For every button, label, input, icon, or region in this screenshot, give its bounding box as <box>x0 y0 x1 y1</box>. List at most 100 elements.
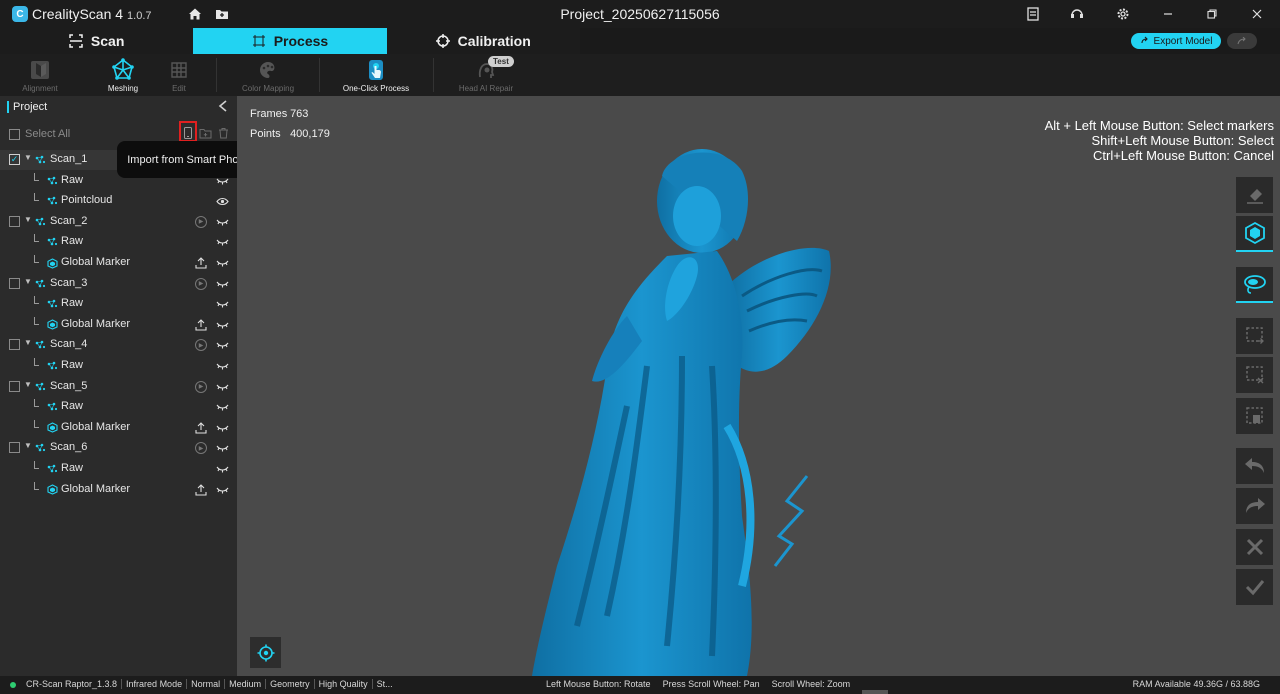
trash-icon[interactable] <box>216 126 230 140</box>
child-row[interactable]: Global Marker <box>0 253 237 273</box>
scan-checkbox[interactable]: ✓ <box>9 154 20 165</box>
marker-icon <box>46 257 58 269</box>
rect-select-tool[interactable] <box>1236 318 1273 354</box>
play-icon[interactable]: ▶ <box>195 380 207 393</box>
tree-elbow <box>34 461 39 469</box>
child-row[interactable]: Raw <box>0 232 237 252</box>
scan-row[interactable]: ▼ Scan_5 ▶ <box>0 377 237 397</box>
tab-scan[interactable]: Scan <box>0 28 193 54</box>
settings-icon[interactable] <box>1113 4 1133 24</box>
app-name-text: CrealityScan 4 <box>32 6 124 22</box>
scan-checkbox[interactable] <box>9 442 20 454</box>
eye-closed-icon[interactable] <box>215 236 229 248</box>
eye-closed-icon[interactable] <box>215 298 229 310</box>
palette-icon <box>256 58 280 82</box>
scan-row[interactable]: ▼ Scan_6 ▶ <box>0 438 237 458</box>
caret-down-icon[interactable]: ▼ <box>24 215 32 224</box>
mouse-rotate-hint: Left Mouse Button: Rotate <box>546 679 651 689</box>
cancel-button[interactable] <box>1236 529 1273 565</box>
eye-closed-icon[interactable] <box>215 278 229 290</box>
eye-closed-icon[interactable] <box>215 463 229 475</box>
upload-icon[interactable] <box>195 257 207 269</box>
scan-checkbox[interactable] <box>9 380 20 392</box>
eye-open-icon[interactable] <box>215 195 229 207</box>
restore-icon[interactable] <box>1202 4 1222 24</box>
notes-icon[interactable] <box>1023 4 1043 24</box>
select-all-checkbox[interactable] <box>9 128 20 140</box>
upload-icon[interactable] <box>195 483 207 496</box>
upload-icon[interactable] <box>195 319 207 331</box>
eye-closed-icon[interactable] <box>215 257 229 269</box>
cube-view-tool[interactable] <box>1236 216 1273 252</box>
export-model-button[interactable]: Export Model <box>1131 33 1221 49</box>
caret-down-icon[interactable]: ▼ <box>24 441 32 450</box>
play-icon[interactable]: ▶ <box>195 215 207 228</box>
eye-closed-icon[interactable] <box>215 401 229 413</box>
eye-closed-icon[interactable] <box>215 442 229 454</box>
eye-closed-icon[interactable] <box>215 381 229 393</box>
meshing-tool[interactable]: Meshing <box>102 54 144 96</box>
caret-down-icon[interactable]: ▼ <box>24 338 32 347</box>
eye-closed-icon[interactable] <box>215 360 229 372</box>
collapse-icon[interactable] <box>218 100 228 115</box>
scan-row[interactable]: ▼ Scan_3 ▶ <box>0 274 237 294</box>
scan-row[interactable]: ▼ Scan_4 ▶ <box>0 335 237 355</box>
scan-checkbox[interactable] <box>9 339 20 351</box>
play-icon[interactable]: ▶ <box>195 277 207 290</box>
eye-closed-icon[interactable] <box>215 339 229 351</box>
delete-selection-tool[interactable] <box>1236 398 1273 434</box>
tab-process[interactable]: Process <box>193 28 387 54</box>
3d-viewport[interactable]: Frames 763 Points 400,179 Alt + Left Mou… <box>237 96 1280 676</box>
child-row[interactable]: Global Marker <box>0 315 237 335</box>
eye-closed-icon[interactable] <box>215 319 229 331</box>
child-name: Global Marker <box>61 420 131 433</box>
caret-down-icon[interactable]: ▼ <box>24 380 32 389</box>
eraser-tool[interactable] <box>1236 177 1273 213</box>
child-row[interactable]: Raw <box>0 356 237 376</box>
color-mapping-label: Color Mapping <box>241 84 295 93</box>
eye-closed-icon[interactable] <box>215 422 229 434</box>
minimize-icon[interactable] <box>1158 4 1178 24</box>
one-click-process-tool[interactable]: One-Click Process <box>340 54 412 96</box>
eye-closed-icon[interactable] <box>215 216 229 228</box>
edit-tool[interactable]: Edit <box>162 54 196 96</box>
support-icon[interactable] <box>1067 4 1087 24</box>
select-all[interactable]: Select All <box>9 128 70 140</box>
redo-button[interactable] <box>1236 488 1273 524</box>
scan-checkbox[interactable] <box>9 277 20 289</box>
tree-elbow <box>34 316 39 325</box>
child-row[interactable]: Raw <box>0 397 237 417</box>
color-mapping-tool[interactable]: Color Mapping <box>238 54 298 96</box>
child-row[interactable]: Global Marker <box>0 480 237 500</box>
caret-down-icon[interactable]: ▼ <box>24 277 32 286</box>
child-name: Raw <box>61 297 84 310</box>
undo-button[interactable] <box>1236 448 1273 484</box>
home-icon[interactable] <box>185 4 205 24</box>
lasso-tool[interactable] <box>1236 267 1273 303</box>
child-row[interactable]: Raw <box>0 459 237 479</box>
folder-add-icon[interactable] <box>198 126 212 140</box>
child-row[interactable]: Global Marker <box>0 418 237 438</box>
play-icon[interactable]: ▶ <box>195 339 207 352</box>
tab-calibration[interactable]: Calibration <box>387 28 580 54</box>
close-icon[interactable] <box>1247 4 1267 24</box>
pointcloud-icon <box>46 195 58 207</box>
share-button[interactable] <box>1227 33 1257 49</box>
toolbar-divider <box>216 58 217 92</box>
alignment-tool[interactable]: Alignment <box>20 54 60 96</box>
scan-row[interactable]: ▼ Scan_2 ▶ <box>0 212 237 232</box>
scan-icon <box>69 34 83 48</box>
process-toolbar: Alignment Meshing Edit Color Mapping One… <box>0 54 1280 96</box>
deselect-tool[interactable] <box>1236 357 1273 393</box>
locate-button[interactable] <box>250 637 281 668</box>
eye-closed-icon[interactable] <box>215 484 229 496</box>
caret-down-icon[interactable]: ▼ <box>24 153 32 162</box>
child-row[interactable]: Raw <box>0 294 237 314</box>
folder-icon[interactable] <box>212 4 232 24</box>
scan-checkbox[interactable] <box>9 215 20 227</box>
child-row[interactable]: Pointcloud <box>0 191 237 211</box>
confirm-button[interactable] <box>1236 569 1273 605</box>
play-icon[interactable]: ▶ <box>195 442 207 455</box>
scan-name: Scan_5 <box>50 379 88 392</box>
upload-icon[interactable] <box>195 422 207 434</box>
